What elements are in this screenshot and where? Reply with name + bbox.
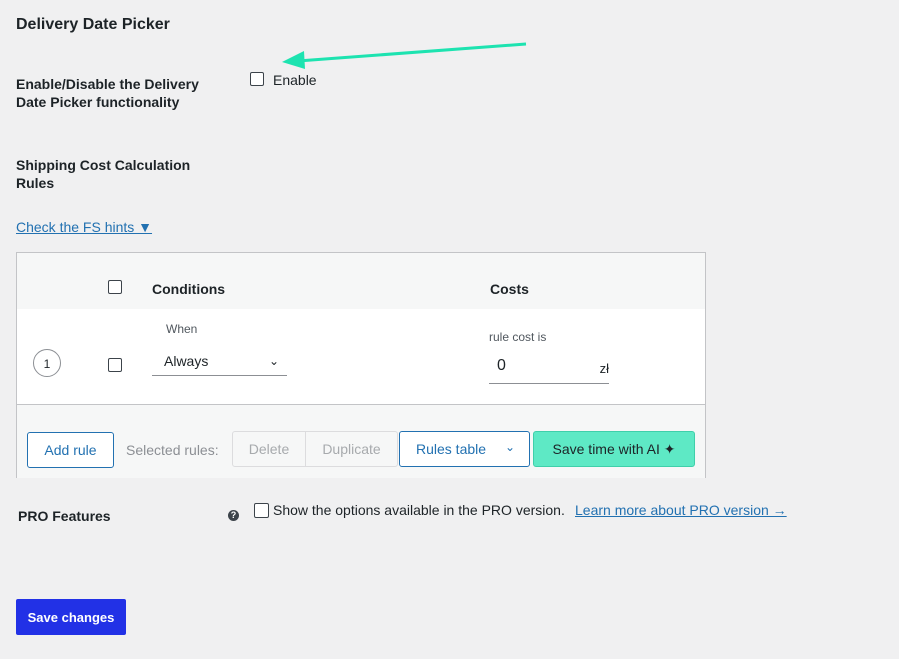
currency-label: zł	[599, 361, 609, 376]
rules-table-dropdown[interactable]: Rules table ⌄	[399, 431, 530, 467]
save-time-ai-button[interactable]: Save time with AI ✦	[533, 431, 695, 467]
save-changes-button[interactable]: Save changes	[16, 599, 126, 635]
table-row: 1 When Always ⌄ rule cost is 0 zł	[17, 309, 705, 404]
select-all-checkbox[interactable]	[108, 280, 122, 294]
annotation-arrow-icon	[282, 42, 527, 69]
rules-table: Conditions Costs 1 When Always ⌄ rule co…	[16, 252, 706, 478]
selected-rules-label: Selected rules:	[126, 442, 219, 458]
pro-checkbox-text: Show the options available in the PRO ve…	[273, 502, 565, 518]
section-title: Delivery Date Picker	[16, 16, 170, 33]
add-rule-button[interactable]: Add rule	[27, 432, 114, 468]
pro-features-label: PRO Features	[18, 508, 111, 524]
enable-label: Enable/Disable the Delivery Date Picker …	[16, 76, 199, 110]
enable-checkbox-text: Enable	[273, 72, 317, 88]
when-label: When	[166, 322, 198, 336]
learn-more-pro-link[interactable]: Learn more about PRO version →	[575, 502, 787, 518]
costs-header: Costs	[490, 281, 529, 297]
condition-select-value: Always	[164, 353, 209, 369]
duplicate-button[interactable]: Duplicate	[305, 431, 398, 467]
rule-checkbox[interactable]	[108, 358, 122, 372]
fs-hints-link[interactable]: Check the FS hints ▼	[16, 219, 152, 235]
rule-cost-value: 0	[497, 357, 506, 374]
help-icon[interactable]: ?	[228, 510, 239, 521]
condition-select[interactable]: Always ⌄	[152, 348, 287, 376]
rules-table-header: Conditions Costs	[17, 253, 705, 310]
enable-checkbox[interactable]	[250, 72, 264, 86]
rules-table-label: Rules table	[416, 441, 487, 457]
rule-cost-input[interactable]: 0 zł	[489, 353, 609, 384]
shipping-rules-label: Shipping Cost Calculation Rules	[16, 157, 191, 191]
rule-cost-label: rule cost is	[489, 330, 547, 344]
conditions-header: Conditions	[152, 281, 226, 297]
rules-table-footer: Add rule Selected rules: Delete Duplicat…	[17, 404, 705, 478]
delete-button[interactable]: Delete	[232, 431, 306, 467]
pro-checkbox[interactable]	[254, 503, 269, 518]
chevron-down-icon: ⌄	[268, 354, 279, 368]
rule-number: 1	[33, 349, 61, 377]
chevron-down-icon: ⌄	[504, 440, 515, 454]
